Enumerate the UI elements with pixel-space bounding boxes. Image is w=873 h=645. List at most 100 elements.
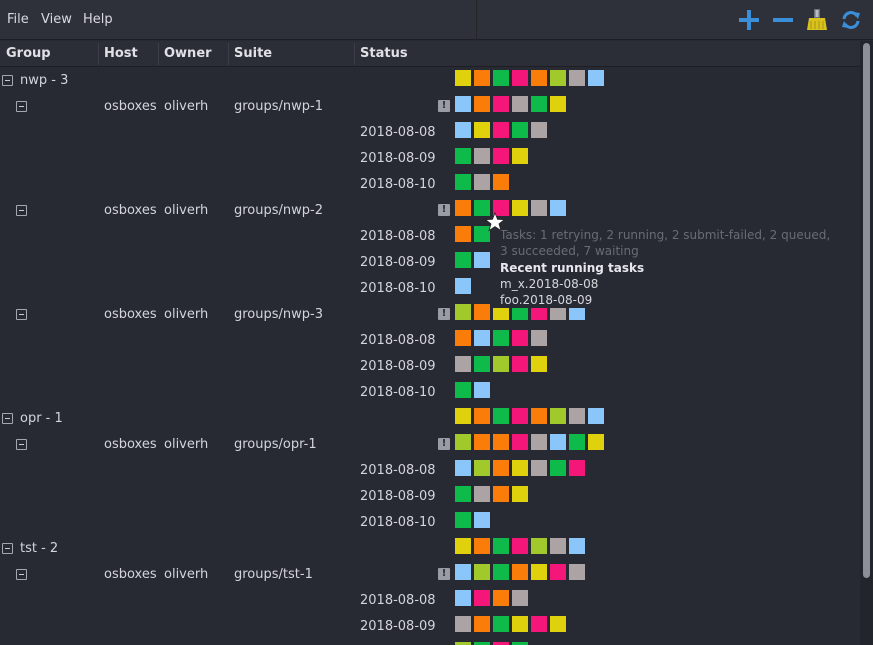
task-status-square[interactable] [512,590,528,606]
task-status-square[interactable] [474,382,490,398]
task-status-square[interactable] [474,564,490,580]
cycle-row[interactable] [0,639,860,645]
task-status-square[interactable] [474,486,490,502]
task-status-square[interactable] [531,538,547,554]
task-status-square[interactable] [493,356,509,372]
task-status-square[interactable] [455,252,471,268]
task-status-square[interactable] [455,356,471,372]
collapse-all-button[interactable] [771,8,795,32]
cycle-row[interactable]: 2018-08-10 [0,509,860,535]
task-status-square[interactable] [569,70,585,86]
task-status-square[interactable] [455,460,471,476]
task-status-square[interactable] [474,616,490,632]
task-status-square[interactable] [512,564,528,580]
task-status-square[interactable] [455,70,471,86]
task-status-square[interactable] [550,200,566,216]
task-status-square[interactable] [474,512,490,528]
task-status-square[interactable] [474,148,490,164]
task-status-square[interactable] [455,148,471,164]
task-status-square[interactable] [455,434,471,450]
group-row[interactable]: nwp - 3 [0,67,860,93]
task-status-square[interactable] [455,408,471,424]
task-status-square[interactable] [569,460,585,476]
task-status-square[interactable] [569,434,585,450]
collapse-toggle-icon[interactable] [2,413,13,424]
task-status-square[interactable] [531,616,547,632]
task-status-square[interactable] [512,408,528,424]
task-status-square[interactable] [550,616,566,632]
col-header-owner[interactable]: Owner [164,46,212,61]
task-status-square[interactable] [455,382,471,398]
task-status-square[interactable] [455,538,471,554]
collapse-toggle-icon[interactable] [2,75,13,86]
task-status-square[interactable] [550,564,566,580]
task-status-square[interactable] [455,304,471,320]
task-status-square[interactable] [512,434,528,450]
task-status-square[interactable] [455,226,471,242]
collapse-toggle-icon[interactable] [16,205,27,216]
cycle-row[interactable]: 2018-08-09 [0,483,860,509]
task-status-square[interactable] [474,538,490,554]
task-status-square[interactable] [493,564,509,580]
task-status-square[interactable] [493,538,509,554]
task-status-square[interactable] [493,434,509,450]
cycle-row[interactable]: 2018-08-10 [0,171,860,197]
task-status-square[interactable] [531,356,547,372]
warning-icon[interactable]: ! [438,204,450,216]
task-status-square[interactable] [531,564,547,580]
cycle-row[interactable]: 2018-08-09 [0,613,860,639]
task-status-square[interactable] [588,434,604,450]
col-header-host[interactable]: Host [104,46,138,61]
cycle-row[interactable]: 2018-08-10 [0,379,860,405]
task-status-square[interactable] [493,148,509,164]
task-status-square[interactable] [474,434,490,450]
clean-button[interactable] [805,8,829,32]
task-status-square[interactable] [588,408,604,424]
collapse-toggle-icon[interactable] [16,569,27,580]
collapse-toggle-icon[interactable] [16,309,27,320]
task-status-square[interactable] [550,538,566,554]
task-status-square[interactable] [531,122,547,138]
collapse-toggle-icon[interactable] [16,439,27,450]
task-status-square[interactable] [455,590,471,606]
task-status-square[interactable] [531,96,547,112]
task-status-square[interactable] [493,96,509,112]
task-status-square[interactable] [531,460,547,476]
menu-file[interactable]: File [7,12,29,27]
task-status-square[interactable] [493,70,509,86]
collapse-toggle-icon[interactable] [2,543,13,554]
task-status-square[interactable] [493,174,509,190]
task-status-square[interactable] [512,200,528,216]
task-status-square[interactable] [512,460,528,476]
warning-icon[interactable]: ! [438,438,450,450]
task-status-square[interactable] [455,200,471,216]
task-status-square[interactable] [455,564,471,580]
task-status-square[interactable] [531,434,547,450]
task-status-square[interactable] [474,304,490,320]
col-header-suite[interactable]: Suite [234,46,272,61]
task-status-square[interactable] [569,538,585,554]
task-status-square[interactable] [474,408,490,424]
task-status-square[interactable] [455,486,471,502]
task-status-square[interactable] [493,122,509,138]
task-status-square[interactable] [474,330,490,346]
group-row[interactable]: opr - 1 [0,405,860,431]
task-status-square[interactable] [512,486,528,502]
task-status-square[interactable] [550,70,566,86]
expand-all-button[interactable] [737,8,761,32]
task-status-square[interactable] [550,96,566,112]
warning-icon[interactable]: ! [438,100,450,112]
task-status-square[interactable] [474,174,490,190]
vertical-scrollbar[interactable] [860,41,873,645]
cycle-row[interactable]: 2018-08-08 [0,327,860,353]
task-status-square[interactable] [512,122,528,138]
group-row[interactable]: tst - 2 [0,535,860,561]
task-status-square[interactable] [455,278,471,294]
suite-row[interactable]: osboxes oliverh groups/tst-1! [0,561,860,587]
task-status-square[interactable] [455,174,471,190]
col-header-status[interactable]: Status [360,46,408,61]
task-status-square[interactable] [455,330,471,346]
menu-view[interactable]: View [41,12,72,27]
task-status-square[interactable] [493,460,509,476]
scrollbar-thumb[interactable] [863,43,870,578]
